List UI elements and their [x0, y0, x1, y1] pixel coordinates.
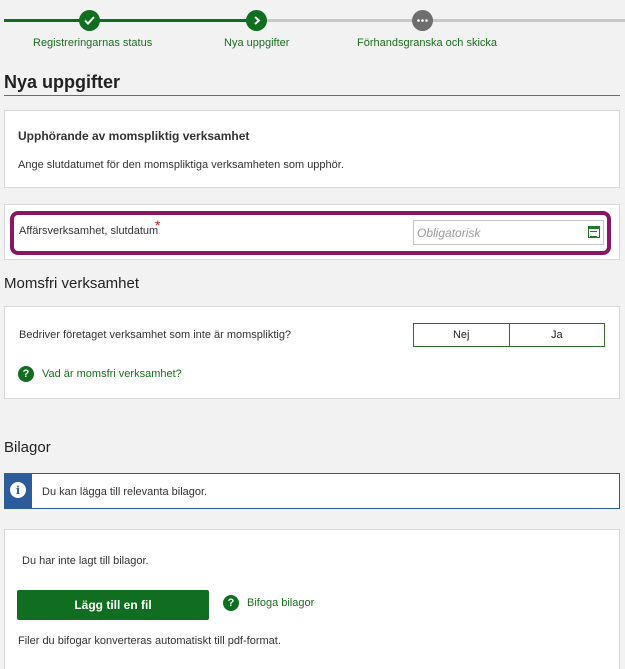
- vat-exempt-toggle[interactable]: Nej Ja: [413, 323, 605, 347]
- calendar-icon[interactable]: [588, 226, 600, 238]
- vat-exempt-card: [4, 306, 620, 399]
- help-icon[interactable]: ?: [223, 595, 239, 611]
- vat-exempt-section-title: Momsfri verksamhet: [4, 275, 140, 292]
- cessation-heading: Upphörande av momspliktig verksamhet: [18, 129, 250, 143]
- title-divider: [4, 95, 620, 96]
- page-title: Nya uppgifter: [4, 72, 121, 92]
- attachments-note: Filer du bifogar konverteras automatiskt…: [18, 635, 281, 647]
- step-3-more-icon: [412, 10, 433, 31]
- info-strip: i: [5, 474, 32, 508]
- step-1-label[interactable]: Registreringarnas status: [33, 37, 152, 49]
- step-1-check-icon: [79, 10, 100, 31]
- option-yes-button[interactable]: Ja: [508, 324, 605, 346]
- end-date-label: Affärsverksamhet, slutdatum: [19, 225, 159, 237]
- info-icon: i: [10, 482, 26, 498]
- required-marker: *: [155, 217, 161, 233]
- end-date-input[interactable]: Obligatorisk: [413, 220, 604, 245]
- stepper-line-completed: [4, 19, 246, 22]
- vat-exempt-question: Bedriver företaget verksamhet som inte ä…: [19, 329, 292, 341]
- attachments-info-text: Du kan lägga till relevanta bilagor.: [42, 486, 208, 498]
- step-3-label[interactable]: Förhandsgranska och skicka: [357, 37, 497, 49]
- progress-stepper: Registreringarnas status Nya uppgifter F…: [0, 0, 625, 56]
- step-2-chevron-right-icon: [246, 10, 267, 31]
- attachments-section-title: Bilagor: [4, 439, 51, 456]
- attachments-info-box: i Du kan lägga till relevanta bilagor.: [4, 473, 620, 509]
- add-file-button[interactable]: Lägg till en fil: [17, 590, 209, 620]
- stepper-line-pending: [246, 19, 625, 22]
- cessation-card: Upphörande av momspliktig verksamhet Ang…: [4, 110, 620, 188]
- step-2-label[interactable]: Nya uppgifter: [224, 37, 289, 49]
- option-no-button[interactable]: Nej: [414, 324, 509, 346]
- attachments-empty-text: Du har inte lagt till bilagor.: [22, 555, 149, 567]
- help-icon[interactable]: ?: [18, 366, 34, 382]
- end-date-placeholder: Obligatorisk: [417, 226, 481, 240]
- vat-exempt-help-link[interactable]: Vad är momsfri verksamhet?: [42, 368, 182, 380]
- cessation-description: Ange slutdatumet för den momspliktiga ve…: [18, 159, 344, 171]
- attach-help-link[interactable]: Bifoga bilagor: [247, 597, 314, 609]
